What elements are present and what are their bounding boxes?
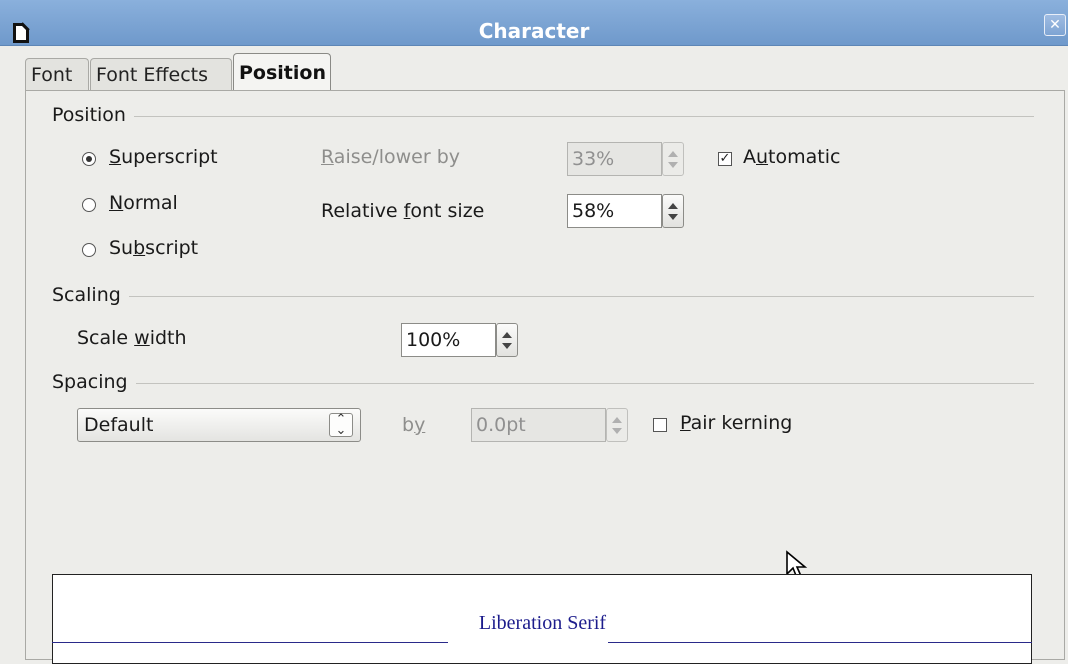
raise-lower-stepper bbox=[662, 142, 684, 176]
relative-font-size-label: Relative font size bbox=[321, 200, 485, 222]
position-divider bbox=[52, 116, 1034, 117]
by-label: by bbox=[402, 414, 426, 436]
automatic-checkbox[interactable]: ✓ bbox=[718, 152, 732, 166]
preview-text: Liberation Serif bbox=[478, 612, 607, 634]
subscript-label[interactable]: Subscript bbox=[109, 237, 198, 259]
window-title: Character bbox=[478, 19, 590, 43]
spacing-by-stepper bbox=[606, 408, 628, 442]
raise-lower-label: Raise/lower by bbox=[321, 146, 460, 168]
subscript-radio[interactable] bbox=[82, 243, 96, 257]
pair-kerning-label[interactable]: Pair kerning bbox=[680, 412, 792, 434]
close-icon[interactable]: ✕ bbox=[1044, 14, 1066, 36]
spacing-by-input: 0.0pt bbox=[471, 408, 606, 442]
document-icon bbox=[13, 22, 30, 43]
normal-label[interactable]: Normal bbox=[109, 192, 178, 214]
tab-position[interactable]: Position bbox=[233, 53, 331, 91]
spacing-dropdown[interactable]: Default bbox=[77, 408, 361, 442]
preview-baseline-left bbox=[52, 642, 448, 643]
tab-font-effects[interactable]: Font Effects bbox=[90, 58, 232, 90]
scale-width-input[interactable]: 100% bbox=[401, 323, 496, 357]
raise-lower-input: 33% bbox=[567, 142, 662, 176]
position-heading: Position bbox=[52, 104, 134, 126]
normal-radio[interactable] bbox=[82, 198, 96, 212]
pair-kerning-checkbox[interactable] bbox=[653, 418, 667, 432]
automatic-label[interactable]: Automatic bbox=[743, 146, 840, 168]
spacing-heading: Spacing bbox=[52, 371, 136, 393]
superscript-label[interactable]: Superscript bbox=[109, 146, 218, 168]
scaling-divider bbox=[52, 296, 1034, 297]
spacing-divider bbox=[52, 383, 1034, 384]
relative-font-size-input[interactable]: 58% bbox=[567, 194, 662, 228]
scale-width-stepper[interactable] bbox=[496, 323, 518, 357]
chevron-up-down-icon[interactable]: ⌃ ⌄ bbox=[329, 413, 353, 437]
preview-baseline-right bbox=[608, 642, 1032, 643]
superscript-radio[interactable] bbox=[82, 152, 96, 166]
scaling-heading: Scaling bbox=[52, 284, 129, 306]
tab-font[interactable]: Font bbox=[25, 58, 89, 90]
relative-font-size-stepper[interactable] bbox=[662, 194, 684, 228]
scale-width-label: Scale width bbox=[77, 327, 187, 349]
